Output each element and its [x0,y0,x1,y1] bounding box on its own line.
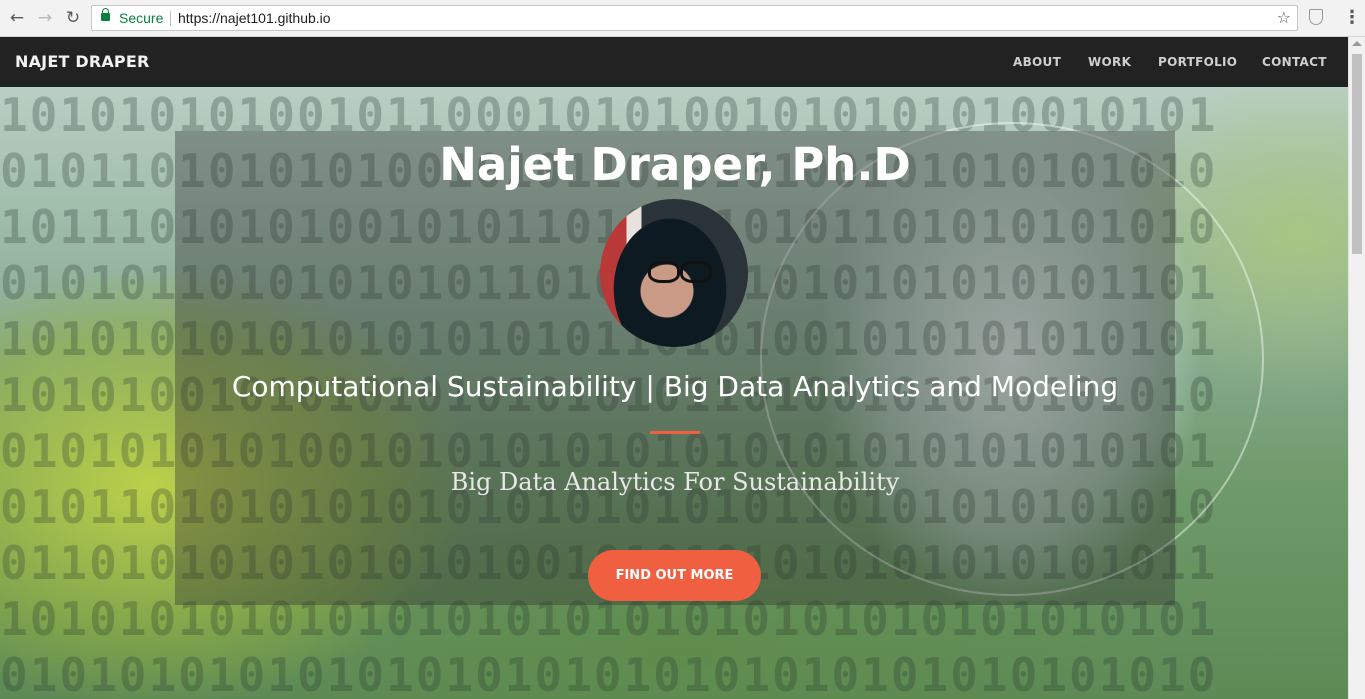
hero-title: Najet Draper, Ph.D [439,138,911,191]
address-separator [170,11,171,26]
lock-icon [101,8,110,21]
nav-link-portfolio[interactable]: PORTFOLIO [1158,37,1237,87]
nav-link-about[interactable]: ABOUT [1013,37,1061,87]
browser-menu-icon[interactable]: ⋮ [1343,6,1361,30]
bookmark-star-icon[interactable]: ☆ [1277,6,1291,30]
glasses-right-lens [680,261,712,283]
scroll-up-icon[interactable] [1352,41,1362,46]
accent-divider [650,431,700,434]
hero-section: 1010101010010110001010100101010101001010… [0,87,1348,699]
url-text[interactable]: https://najet101.github.io [178,6,331,30]
back-icon[interactable]: ← [5,6,29,30]
nav-link-contact[interactable]: CONTACT [1262,37,1327,87]
security-label: Secure [119,10,164,26]
brand-link[interactable]: NAJET DRAPER [15,37,150,87]
hero-subtitle: Computational Sustainability | Big Data … [231,370,1119,403]
scroll-thumb[interactable] [1352,54,1362,254]
forward-icon[interactable]: → [33,6,57,30]
site-navbar: NAJET DRAPER ABOUT WORK PORTFOLIO CONTAC… [0,37,1348,87]
profile-avatar [600,199,748,347]
page-scrollbar[interactable] [1348,37,1365,699]
nav-link-work[interactable]: WORK [1088,37,1131,87]
find-out-more-button[interactable]: FIND OUT MORE [588,550,761,601]
address-bar[interactable]: Secure https://najet101.github.io ☆ [91,5,1298,31]
shield-extension-icon[interactable] [1309,9,1323,25]
glasses-left-lens [648,261,680,283]
browser-toolbar: ← → ↻ Secure https://najet101.github.io … [0,0,1365,37]
hero-tagline: Big Data Analytics For Sustainability [450,468,900,496]
reload-icon[interactable]: ↻ [61,6,85,30]
